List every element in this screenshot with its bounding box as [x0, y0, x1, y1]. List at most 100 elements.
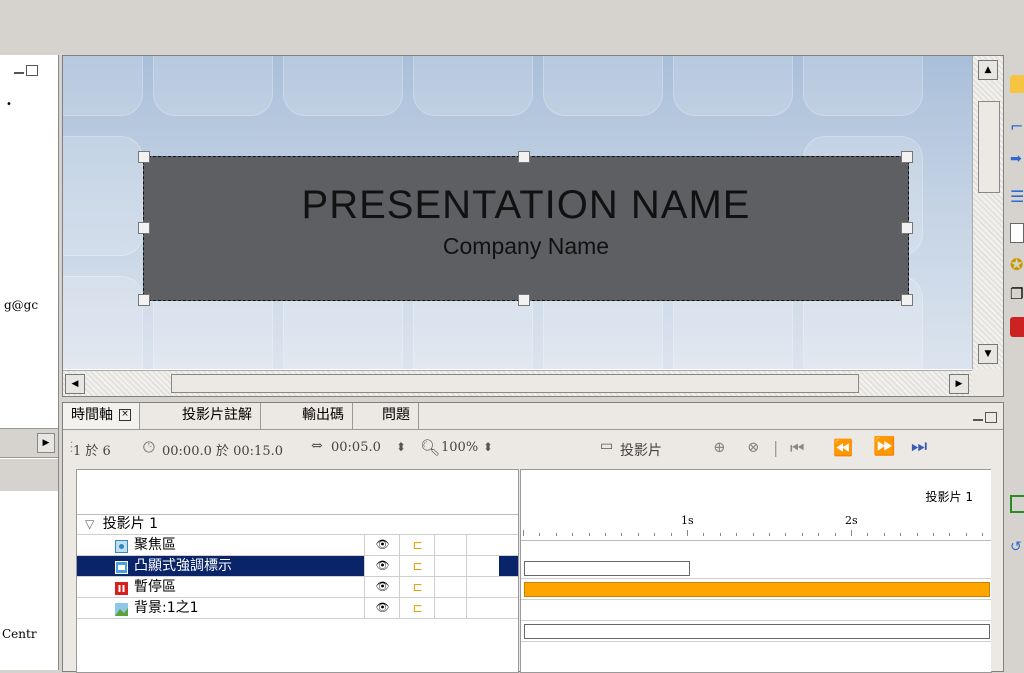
animation-tool-icon[interactable]: ✪: [1010, 255, 1024, 274]
timeline-bar[interactable]: [524, 561, 690, 576]
zoom-value[interactable]: 100%: [441, 440, 478, 455]
tab-questions[interactable]: 問題: [374, 403, 419, 429]
time-range: 00:00.0 於 00:15.0: [162, 444, 283, 459]
layer-label: 聚焦區: [134, 537, 176, 553]
close-icon[interactable]: ×: [119, 409, 131, 421]
zoom-stepper-icon[interactable]: ⬍: [483, 440, 493, 454]
fast-forward-icon[interactable]: ⏩: [873, 436, 895, 457]
resize-handle-s[interactable]: [518, 294, 530, 306]
ruler-tick: [933, 533, 934, 536]
background-image-icon: [115, 602, 128, 616]
timeline-scrollbar[interactable]: [991, 469, 1001, 671]
minimize-icon[interactable]: [14, 71, 24, 74]
tab-slide-notes[interactable]: 投影片註解: [174, 403, 261, 429]
scroll-right-icon[interactable]: ▶: [949, 374, 969, 394]
tab-timeline[interactable]: 時間軸 ×: [63, 403, 140, 429]
tick-label: 2s: [845, 514, 858, 527]
ruler-tick: [982, 533, 984, 536]
timeline-ruler[interactable]: 1s 2s: [521, 514, 991, 541]
presentation-title[interactable]: PRESENTATION NAME: [144, 183, 908, 228]
list-item[interactable]: 凸顯式強調標示 👁︎ ⊏: [77, 556, 518, 577]
slide-view-icon[interactable]: ▭: [600, 438, 613, 454]
vertical-scroll-thumb[interactable]: [978, 101, 1000, 193]
list-item[interactable]: 聚焦區 👁︎ ⊏: [77, 535, 518, 556]
resize-handle-w[interactable]: [138, 222, 150, 234]
eye-icon[interactable]: 👁︎: [364, 556, 400, 576]
go-to-end-icon[interactable]: ⏭: [911, 436, 927, 457]
maximize-icon[interactable]: [26, 65, 38, 76]
duration-icon: ⇔: [311, 438, 323, 454]
timeline-panel: 時間軸 × 投影片註解 輸出碼 問題 ⋮ 1 於 6 🕒︎ 00:00.0 於 0…: [62, 402, 1004, 673]
timeline-track-area[interactable]: 投影片 1 1s 2s: [520, 469, 992, 673]
right-toolbar: ⌐ ➡ ☰ ✪ ❐ ↺: [1006, 55, 1024, 670]
list-item[interactable]: 暫停區 👁︎ ⊏: [77, 577, 518, 598]
lock-icon[interactable]: ⊏: [399, 535, 435, 555]
ruler-tick: [851, 530, 852, 536]
resize-handle-se[interactable]: [901, 294, 913, 306]
resize-handle-n[interactable]: [518, 151, 530, 163]
layers-list: ▽ 投影片 1 聚焦區 👁︎ ⊏ 凸顯式強調標示 👁︎ ⊏ 暫停區 👁︎ ⊏ 背…: [76, 469, 519, 673]
eye-icon[interactable]: 👁︎: [364, 598, 400, 618]
tab-output-label: 輸出碼: [302, 407, 344, 423]
list-item[interactable]: ▽ 投影片 1: [77, 514, 518, 535]
canvas-vertical-scrollbar[interactable]: ▲ ▼: [972, 56, 1003, 369]
eye-icon[interactable]: 👁︎: [364, 535, 400, 555]
company-name[interactable]: Company Name: [144, 233, 908, 260]
scroll-corner: [972, 369, 1003, 396]
timeline-bar[interactable]: [524, 624, 990, 639]
bg-tile: [543, 56, 663, 116]
link-add-icon[interactable]: ⊕: [713, 438, 726, 456]
duration-value[interactable]: 00:05.0: [331, 440, 381, 455]
scroll-down-icon[interactable]: ▼: [978, 344, 998, 364]
ruler-tick: [916, 533, 918, 536]
lock-icon[interactable]: ⊏: [399, 556, 435, 576]
slide-label[interactable]: 投影片: [620, 440, 662, 460]
horizontal-scroll-thumb[interactable]: [171, 374, 859, 393]
list-item[interactable]: 背景:1之1 👁︎ ⊏: [77, 598, 518, 619]
scroll-right-icon[interactable]: ▶: [37, 433, 55, 453]
resize-handle-sw[interactable]: [138, 294, 150, 306]
arrow-tool-icon[interactable]: ➡: [1010, 151, 1024, 169]
link-remove-icon[interactable]: ⊗: [747, 438, 760, 456]
go-to-start-icon[interactable]: ⏮: [790, 438, 804, 458]
timeline-bar[interactable]: [524, 582, 990, 597]
ruler-tick: [752, 533, 754, 536]
scroll-up-icon[interactable]: ▲: [978, 60, 998, 80]
ruler-tick: [555, 533, 557, 536]
collapse-icon[interactable]: ▽: [85, 517, 94, 531]
duration-stepper-icon[interactable]: ⬍: [396, 440, 406, 454]
resize-handle-e[interactable]: [901, 222, 913, 234]
green-box-icon[interactable]: [1010, 495, 1024, 513]
red-tool-icon[interactable]: [1010, 317, 1024, 337]
canvas-horizontal-scrollbar[interactable]: ◀ ▶: [63, 370, 972, 396]
lock-icon[interactable]: ⊏: [399, 598, 435, 618]
list-tool-icon[interactable]: ☰: [1010, 187, 1024, 206]
lock-icon[interactable]: ⊏: [399, 577, 435, 597]
resize-handle-nw[interactable]: [138, 151, 150, 163]
bg-tile: [413, 56, 533, 116]
layer-label: 背景:1之1: [134, 600, 199, 616]
slide-canvas[interactable]: PRESENTATION NAME Company Name ▲ ▼ ◀ ▶: [62, 55, 1004, 397]
ruler-tick: [637, 533, 639, 536]
layer-label: 暫停區: [134, 579, 176, 595]
rewind-icon[interactable]: ⏪: [833, 438, 853, 457]
rollover-caption-icon[interactable]: ⌐: [1010, 117, 1024, 136]
eye-icon[interactable]: 👁︎: [364, 577, 400, 597]
slide-stage[interactable]: PRESENTATION NAME Company Name: [63, 56, 972, 369]
left-panel-divider: [0, 459, 58, 491]
layer-cell: [466, 535, 499, 555]
timeline-slide-header: 投影片 1: [925, 490, 973, 504]
tab-output[interactable]: 輸出碼: [294, 403, 353, 429]
resize-handle-ne[interactable]: [901, 151, 913, 163]
caption-tool-icon[interactable]: [1010, 75, 1024, 93]
tab-slide-notes-label: 投影片註解: [182, 407, 252, 423]
left-panel-scrollbar[interactable]: ▶: [0, 428, 58, 458]
title-caption-box[interactable]: PRESENTATION NAME Company Name: [143, 156, 909, 301]
text-box-icon[interactable]: [1010, 223, 1024, 243]
scroll-left-icon[interactable]: ◀: [65, 374, 85, 394]
minimize-icon[interactable]: [973, 418, 983, 421]
maximize-icon[interactable]: [985, 412, 997, 423]
tab-questions-label: 問題: [382, 407, 410, 423]
copy-tool-icon[interactable]: ❐: [1010, 285, 1024, 303]
blue-hook-icon[interactable]: ↺: [1010, 539, 1024, 557]
